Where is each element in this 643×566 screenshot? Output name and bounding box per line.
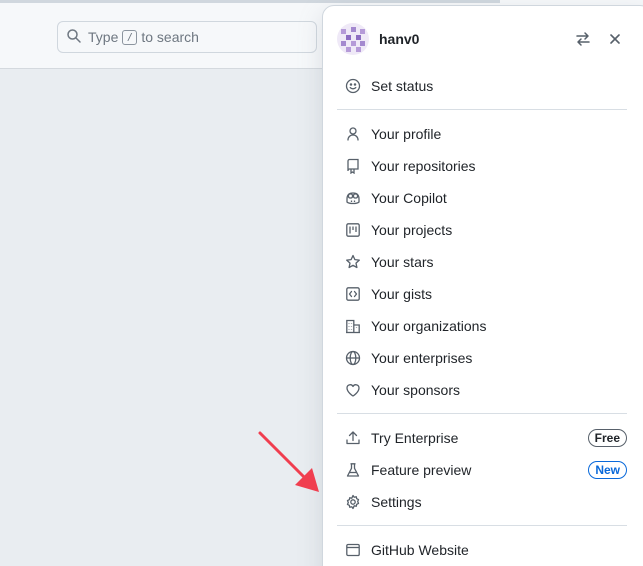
settings-label: Settings (371, 494, 422, 510)
divider (337, 525, 627, 526)
smiley-icon (345, 78, 361, 94)
menu-item-your-projects[interactable]: Your projects (337, 215, 627, 245)
try-enterprise-item[interactable]: Try Enterprise Free (337, 423, 627, 453)
project-icon (345, 222, 361, 238)
set-status-label: Set status (371, 78, 434, 94)
person-icon (345, 126, 361, 142)
beaker-icon (345, 462, 361, 478)
search-placeholder-suffix: to search (141, 29, 199, 45)
search-placeholder-prefix: Type (88, 29, 119, 45)
new-badge: New (588, 461, 627, 479)
settings-item[interactable]: Settings (337, 487, 627, 517)
user-menu-header: hanv0 (337, 20, 627, 58)
menu-item-label: Your projects (371, 222, 453, 238)
menu-item-label: Your repositories (371, 158, 476, 174)
menu-item-label: Your profile (371, 126, 442, 142)
avatar (337, 23, 369, 55)
username: hanv0 (379, 31, 420, 47)
try-enterprise-label: Try Enterprise (371, 430, 459, 446)
close-icon[interactable] (603, 27, 627, 51)
red-arrow-annotation (258, 431, 319, 492)
menu-item-your-stars[interactable]: Your stars (337, 247, 627, 277)
globe-icon (345, 350, 361, 366)
top-line (0, 0, 500, 3)
search-shortcut-key: / (122, 29, 138, 45)
star-icon (345, 254, 361, 270)
repo-icon (345, 158, 361, 174)
menu-item-your-repositories[interactable]: Your repositories (337, 151, 627, 181)
code-square-icon (345, 286, 361, 302)
upload-icon (345, 430, 361, 446)
menu-item-label: Your Copilot (371, 190, 447, 206)
github-website-label: GitHub Website (371, 542, 469, 558)
gear-icon (345, 494, 361, 510)
search-input[interactable]: Type / to search (57, 21, 317, 53)
search-icon (66, 28, 88, 47)
feature-preview-label: Feature preview (371, 462, 472, 478)
feature-preview-item[interactable]: Feature preview New (337, 455, 627, 485)
free-badge: Free (587, 429, 627, 447)
heart-icon (345, 382, 361, 398)
github-website-item[interactable]: GitHub Website (337, 535, 627, 565)
menu-item-your-gists[interactable]: Your gists (337, 279, 627, 309)
menu-item-your-profile[interactable]: Your profile (337, 119, 627, 149)
menu-item-label: Your sponsors (371, 382, 460, 398)
menu-item-your-sponsors[interactable]: Your sponsors (337, 375, 627, 405)
browser-icon (345, 542, 361, 558)
divider (337, 413, 627, 414)
menu-item-your-organizations[interactable]: Your organizations (337, 311, 627, 341)
user-menu-panel: hanv0 Set status Your profile Your repos… (322, 5, 643, 566)
menu-item-label: Your stars (371, 254, 434, 270)
menu-item-label: Your organizations (371, 318, 487, 334)
copilot-icon (345, 190, 361, 206)
set-status-item[interactable]: Set status (337, 71, 627, 101)
menu-item-label: Your gists (371, 286, 432, 302)
divider (337, 109, 627, 110)
menu-item-your-copilot[interactable]: Your Copilot (337, 183, 627, 213)
organization-icon (345, 318, 361, 334)
menu-item-label: Your enterprises (371, 350, 473, 366)
switch-account-icon[interactable] (571, 27, 595, 51)
menu-item-your-enterprises[interactable]: Your enterprises (337, 343, 627, 373)
